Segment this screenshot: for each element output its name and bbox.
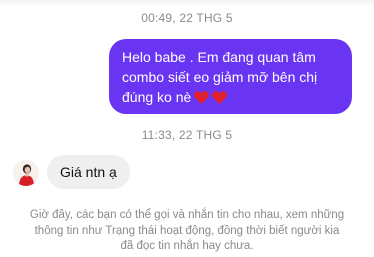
red-heart-emoji-icon — [212, 91, 228, 104]
message-line: combo siết eo giảm mỡ bên chị — [122, 69, 318, 85]
message-timestamp: 11:33, 22 THG 5 — [141, 128, 233, 142]
red-heart-emoji-icon — [194, 91, 210, 104]
top-edge-shadow — [0, 0, 374, 6]
chat-info-notice: Giờ đây, các bạn có thể gọi và nhắn tin … — [20, 208, 354, 255]
message-line-text: đúng ko nè — [122, 89, 192, 105]
notice-line: Giờ đây, các bạn có thể gọi và nhắn tin … — [29, 209, 345, 221]
emoji-group — [194, 89, 230, 109]
contact-avatar[interactable] — [13, 160, 39, 186]
notice-line: đã đọc tin nhắn hay chưa. — [120, 240, 254, 252]
message-line: Helo babe . Em đang quan tâm — [122, 49, 316, 65]
notice-line: thông tin như Trạng thái hoạt động, đồng… — [34, 224, 340, 237]
incoming-message-bubble[interactable]: Giá ntn ạ — [47, 155, 130, 189]
outgoing-message-bubble[interactable]: Helo babe . Em đang quan tâm combo siết … — [109, 39, 352, 114]
message-line-last: đúng ko nè — [122, 87, 342, 109]
message-timestamp: 00:49, 22 THG 5 — [141, 11, 233, 25]
avatar-photo-icon — [13, 160, 39, 186]
